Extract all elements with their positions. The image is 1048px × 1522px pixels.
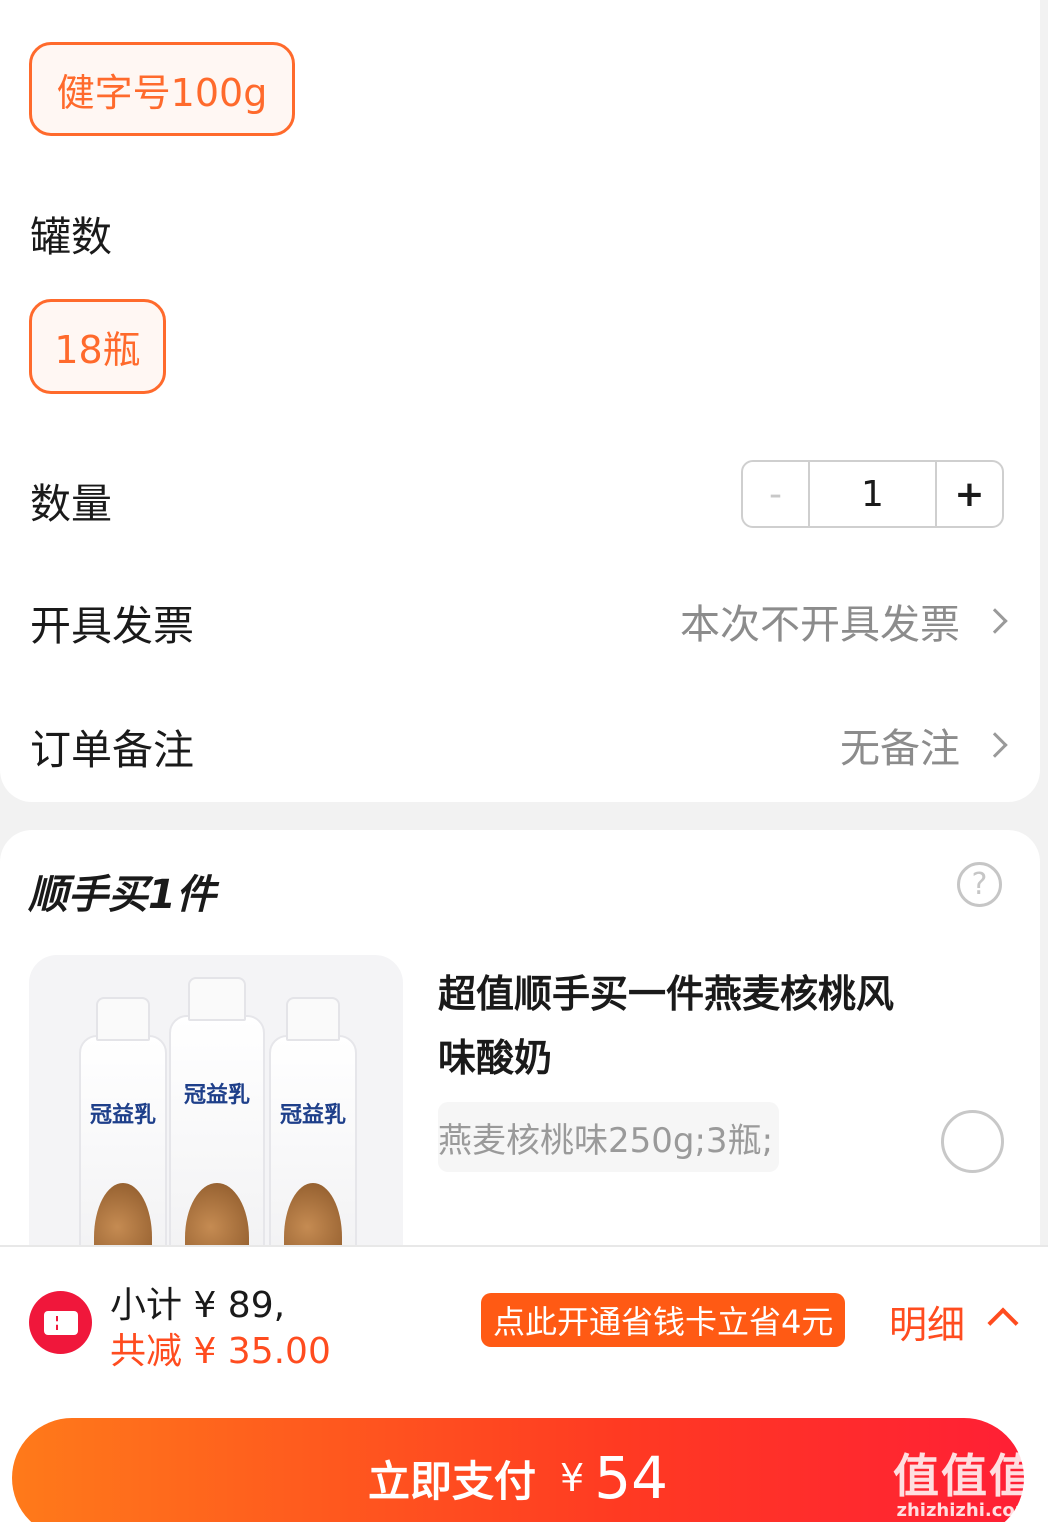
chevron-right-icon [982, 608, 1008, 634]
increment-button[interactable]: + [935, 462, 1002, 526]
product-image[interactable]: 冠益乳 冠益乳 冠益乳 [29, 955, 403, 1275]
bottle-illustration: 冠益乳 [169, 977, 265, 1275]
help-icon[interactable]: ? [957, 862, 1002, 907]
invoice-label: 开具发票 [30, 602, 194, 650]
currency-symbol: ¥ [560, 1456, 585, 1500]
detail-button[interactable]: 明细 [889, 1294, 965, 1349]
coupon-icon[interactable] [29, 1291, 92, 1354]
quantity-stepper: - 1 + [741, 460, 1004, 528]
invoice-value: 本次不开具发票 [680, 602, 960, 648]
bottle-brand-text: 冠益乳 [183, 1083, 250, 1108]
bottle-brand-text: 冠益乳 [279, 1103, 346, 1128]
remark-label: 订单备注 [30, 726, 194, 774]
remark-selector[interactable]: 无备注 [840, 716, 1008, 774]
pay-label: 立即支付 [367, 1456, 536, 1506]
chevron-right-icon [982, 732, 1008, 758]
bottle-illustration: 冠益乳 [79, 997, 167, 1275]
bottle-illustration: 冠益乳 [269, 997, 357, 1275]
count-option-chip[interactable]: 18瓶 [29, 299, 166, 394]
savings-card-promo-button[interactable]: 点此开通省钱卡立省4元 [481, 1293, 846, 1347]
watermark-logo: 值值值 [893, 1449, 1037, 1503]
bottle-brand-text: 冠益乳 [89, 1103, 156, 1128]
addon-section-title: 顺手买1件 [28, 872, 216, 918]
invoice-selector[interactable]: 本次不开具发票 [680, 592, 1008, 650]
addon-product-title[interactable]: 超值顺手买一件燕麦核桃风味酸奶 [438, 962, 908, 1090]
watermark: 值值值 zhizhizhi.com [893, 1440, 1037, 1521]
pay-now-button[interactable]: 立即支付 ¥ 54 [12, 1418, 1024, 1522]
addon-select-radio[interactable] [941, 1110, 1004, 1173]
quantity-value[interactable]: 1 [810, 462, 935, 526]
quantity-label: 数量 [30, 480, 112, 528]
discount-text: 共减 ¥ 35.00 [110, 1331, 331, 1372]
cans-label: 罐数 [30, 213, 112, 261]
watermark-url: zhizhizhi.com [896, 1500, 1034, 1521]
decrement-button[interactable]: - [743, 462, 810, 526]
addon-product-spec[interactable]: 燕麦核桃味250g;3瓶; [438, 1102, 780, 1172]
remark-value: 无备注 [840, 726, 960, 772]
size-option-chip[interactable]: 健字号100g [29, 42, 295, 136]
pay-amount: 54 [594, 1444, 668, 1512]
subtotal-text: 小计 ¥ 89, [110, 1285, 286, 1326]
